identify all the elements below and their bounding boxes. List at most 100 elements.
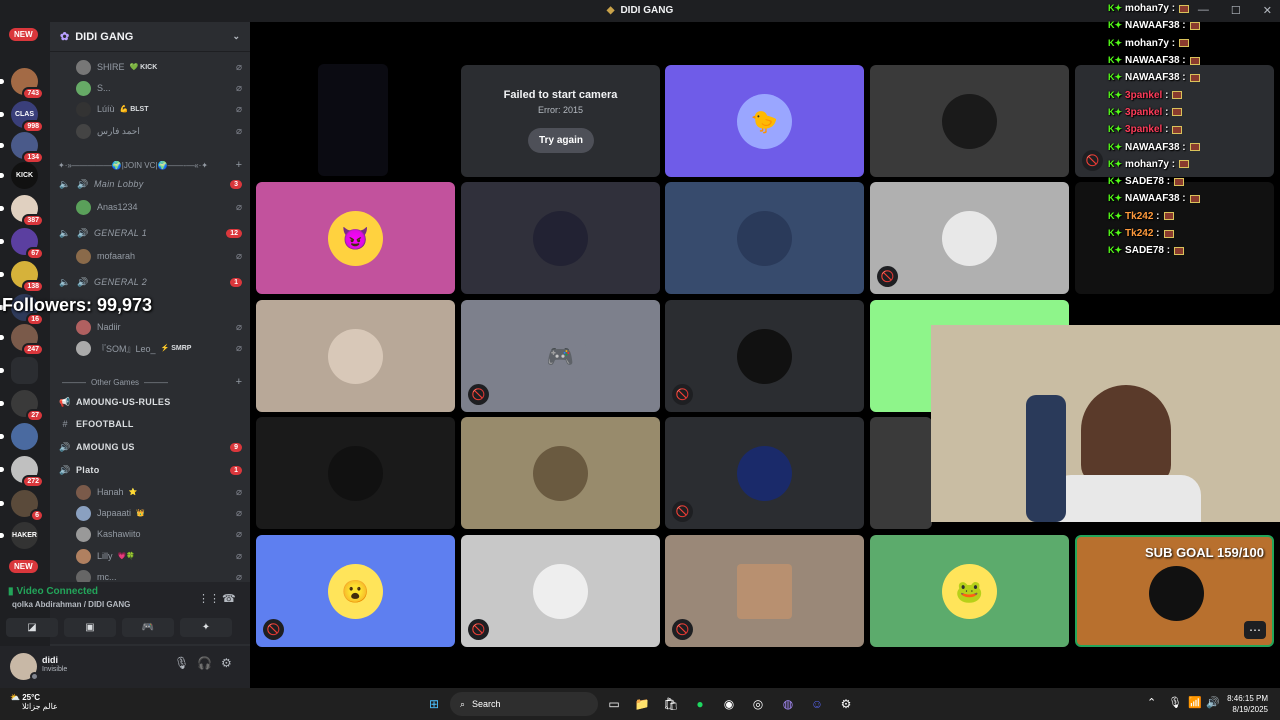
activity-button[interactable]: 🎮: [122, 618, 174, 637]
streamer-webcam: [931, 325, 1280, 522]
video-tile[interactable]: [461, 182, 660, 294]
server-icon[interactable]: [0, 357, 38, 384]
mic-icon[interactable]: 🎙: [174, 656, 189, 670]
chevron-up-icon[interactable]: ⌃: [1147, 696, 1156, 709]
video-tile[interactable]: 😮 🚫: [256, 535, 455, 647]
soundboard-button[interactable]: ✦: [180, 618, 232, 637]
server-icon[interactable]: [0, 423, 38, 450]
chrome-icon[interactable]: ◉: [719, 694, 739, 714]
channel[interactable]: 📢 AMOUNG-US-RULES: [58, 392, 242, 412]
server-icon[interactable]: CLAS 998: [0, 101, 44, 133]
weather-widget[interactable]: ⛅ 25°C عالم جزائلا: [10, 693, 58, 711]
voice-user[interactable]: Kashawiito ⌀: [76, 524, 242, 544]
chat-message: K✦ NAWAAF38 :: [1108, 17, 1280, 34]
video-tile[interactable]: 🚫: [461, 535, 660, 647]
video-tile[interactable]: 😈: [256, 182, 455, 294]
server-header[interactable]: ✿ DIDI GANG ⌄: [50, 22, 250, 52]
gear-icon[interactable]: ⚙: [221, 656, 232, 670]
more-options-icon[interactable]: ⋯: [1244, 621, 1266, 639]
channel[interactable]: # EFOOTBALL: [58, 414, 242, 434]
server-icon[interactable]: 138: [0, 261, 44, 293]
voice-channel[interactable]: 🔈 🔊 GENERAL 2 1: [58, 272, 242, 292]
deafened-icon: ⌀: [235, 321, 242, 333]
camera-button[interactable]: ◪: [6, 618, 58, 637]
video-tile[interactable]: [318, 64, 388, 176]
voice-user[interactable]: Lilly 💗🍀 ⌀: [76, 546, 242, 566]
video-tile[interactable]: 🚫: [665, 417, 864, 529]
chevron-down-icon[interactable]: ⌄: [232, 31, 240, 42]
voice-location[interactable]: qolka Abdirahman / DIDI GANG: [12, 600, 130, 609]
video-tile[interactable]: [665, 182, 864, 294]
discord-icon[interactable]: ☺: [807, 694, 827, 714]
video-tile[interactable]: [870, 417, 932, 529]
search-box[interactable]: ⌕ Search: [450, 692, 598, 716]
search-icon: ⌕: [460, 698, 466, 709]
headphones-icon[interactable]: 🎧: [197, 656, 212, 670]
microphone-icon[interactable]: 🎙: [1168, 696, 1182, 709]
network-icon[interactable]: 📶: [1188, 696, 1202, 709]
try-again-button[interactable]: Try again: [528, 128, 594, 153]
voice-channel[interactable]: 🔈 🔊 Main Lobby 3: [58, 174, 242, 194]
channel[interactable]: 🔊 Plato 1: [58, 460, 242, 480]
chat-separator: :: [1179, 193, 1186, 205]
video-tile[interactable]: [870, 65, 1069, 177]
voice-user[interactable]: 『SOM』Leo_ ⚡ SMRP ⌀: [76, 338, 242, 358]
video-tile[interactable]: 🎮 🚫: [461, 300, 660, 412]
server-icon[interactable]: KICK: [0, 162, 38, 189]
store-icon[interactable]: 🛍: [661, 694, 681, 714]
unread-indicator: [0, 143, 4, 148]
clock[interactable]: 8:46:15 PM 8/19/2025: [1227, 693, 1268, 715]
kick-badge-icon: K✦: [1108, 3, 1123, 14]
channel[interactable]: 🔊 AMOUNG US 9: [58, 437, 242, 457]
username[interactable]: didi: [42, 655, 58, 665]
video-tile[interactable]: [256, 417, 455, 529]
server-icon[interactable]: 247: [0, 324, 44, 356]
app-icon[interactable]: ◎: [748, 694, 768, 714]
screen-share-button[interactable]: ▣: [64, 618, 116, 637]
server-icon[interactable]: 134: [0, 132, 44, 164]
mention-badge: 138: [22, 280, 44, 293]
add-channel-icon[interactable]: +: [236, 376, 242, 388]
server-icon[interactable]: 387: [0, 195, 44, 227]
voice-user[interactable]: احمد فارس ⌀: [76, 121, 242, 141]
server-icon[interactable]: 743: [0, 68, 44, 100]
video-tile[interactable]: [256, 300, 455, 412]
server-icon[interactable]: 67: [0, 228, 44, 260]
obs-icon[interactable]: ◍: [778, 694, 798, 714]
video-tile[interactable]: [461, 417, 660, 529]
voice-user[interactable]: S... ⌀: [76, 78, 242, 98]
category-join-vc[interactable]: ✦·»—————🌍|JOIN VC|🌍——-—«·✦ +: [58, 157, 242, 173]
voice-user[interactable]: Japaaati 👑 ⌀: [76, 503, 242, 523]
voice-user[interactable]: SHIRE 💚 KICK ⌀: [76, 57, 242, 77]
voice-channel[interactable]: 🔈 🔊 GENERAL 1 12: [58, 223, 242, 243]
video-tile[interactable]: 🚫: [665, 535, 864, 647]
voice-user[interactable]: Nadiir ⌀: [76, 317, 242, 337]
server-icon[interactable]: HAKER: [0, 522, 38, 549]
video-tile[interactable]: 🐤: [665, 65, 864, 177]
announcement-icon: 📢: [59, 396, 71, 407]
server-icon[interactable]: 27: [0, 390, 44, 422]
file-explorer-icon[interactable]: 📁: [632, 694, 652, 714]
video-tile-speaking[interactable]: SUB GOAL 159/100 ⋯: [1075, 535, 1274, 647]
settings-icon[interactable]: ⚙: [836, 694, 856, 714]
task-view-icon[interactable]: ▭: [604, 694, 624, 714]
video-tile[interactable]: 🐸: [870, 535, 1069, 647]
volume-icon[interactable]: 🔊: [1206, 696, 1220, 709]
voice-user[interactable]: Hanah ⭐ ⌀: [76, 482, 242, 502]
add-channel-icon[interactable]: +: [236, 159, 242, 171]
video-tile[interactable]: 🚫: [870, 182, 1069, 294]
chat-username: mohan7y: [1125, 158, 1169, 170]
voice-user[interactable]: Anas1234 ⌀: [76, 197, 242, 217]
server-icon[interactable]: 6: [0, 490, 44, 522]
spotify-icon[interactable]: ●: [690, 694, 710, 714]
server-icon[interactable]: 272: [0, 456, 44, 488]
start-icon[interactable]: ⊞: [424, 694, 444, 714]
chat-username: NAWAAF38: [1125, 193, 1180, 205]
disconnect-icon[interactable]: ☎: [222, 592, 236, 605]
video-tile[interactable]: 🚫: [665, 300, 864, 412]
voice-user[interactable]: mofaarah ⌀: [76, 246, 242, 266]
category-other-games[interactable]: ——— Other Games ——— +: [58, 374, 242, 390]
noise-suppression-icon[interactable]: ⋮⋮: [198, 592, 220, 605]
voice-user[interactable]: Lúíù 💪 BLST ⌀: [76, 99, 242, 119]
kick-badge-icon: K✦: [1108, 158, 1123, 169]
